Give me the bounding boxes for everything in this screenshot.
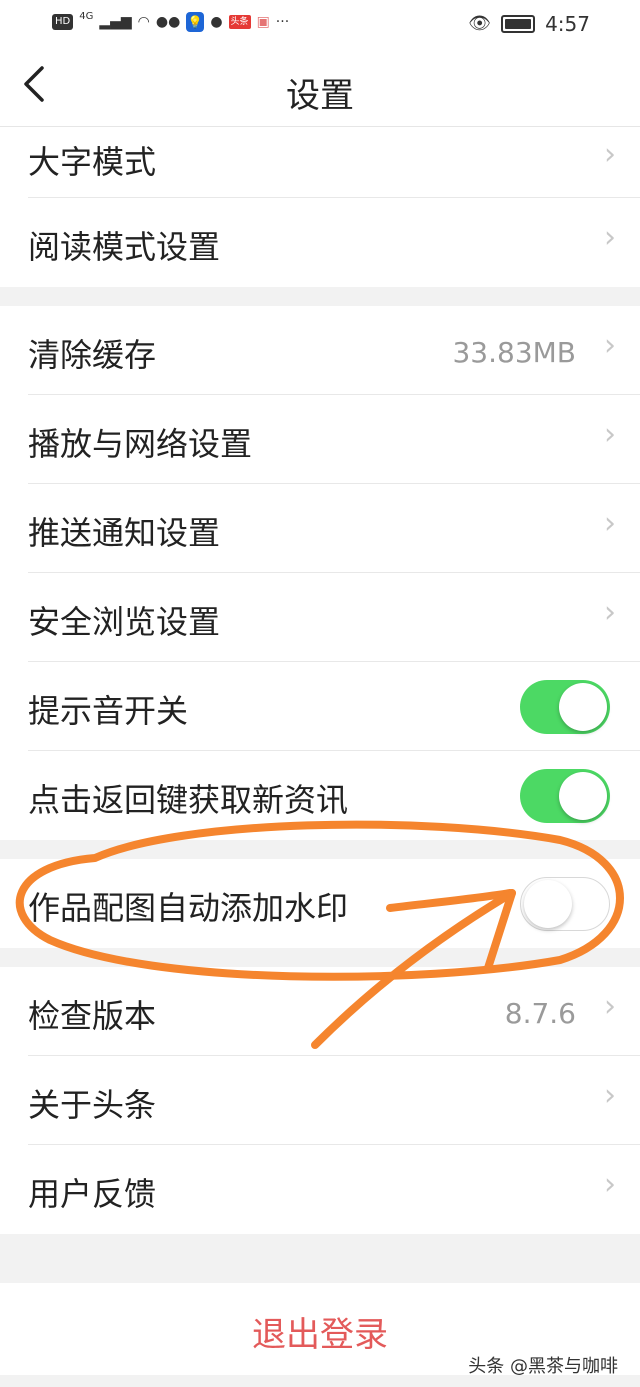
chevron-right-icon: › xyxy=(604,328,616,363)
setting-row-large-font[interactable]: 大字模式 › xyxy=(0,127,640,198)
setting-label: 作品配图自动添加水印 xyxy=(28,889,349,927)
chevron-right-icon: › xyxy=(604,1167,616,1202)
message-icon: ● xyxy=(210,14,223,30)
back-refresh-toggle-switch[interactable] xyxy=(520,769,610,823)
toggle-knob xyxy=(559,772,607,820)
chevron-right-icon: › xyxy=(604,137,616,172)
setting-row-playback-network[interactable]: 播放与网络设置 › xyxy=(0,395,640,484)
cache-size-value: 33.83MB xyxy=(452,336,576,369)
setting-row-about[interactable]: 关于头条 › xyxy=(0,1056,640,1145)
chevron-right-icon: › xyxy=(604,220,616,255)
page-title: 设置 xyxy=(286,76,354,116)
setting-row-check-version[interactable]: 检查版本 8.7.6 › xyxy=(0,967,640,1056)
chevron-right-icon: › xyxy=(604,989,616,1024)
setting-label: 安全浏览设置 xyxy=(28,603,221,641)
status-icons-left: HD 4G ▂▄▆ ◠ ●● 💡 ● 头条 ▣ ··· xyxy=(52,12,289,32)
setting-label: 关于头条 xyxy=(28,1086,157,1124)
battery-icon xyxy=(501,15,536,33)
setting-row-safe-browsing[interactable]: 安全浏览设置 › xyxy=(0,573,640,662)
nav-header: 设置 xyxy=(0,48,640,127)
setting-label: 用户反馈 xyxy=(28,1175,157,1213)
box-icon: ▣ xyxy=(256,14,270,30)
hd-icon: HD xyxy=(52,14,74,30)
setting-label: 播放与网络设置 xyxy=(28,425,253,463)
sound-toggle-switch[interactable] xyxy=(520,680,610,734)
network-type-label: 4G xyxy=(79,11,94,22)
setting-label: 推送通知设置 xyxy=(28,514,221,552)
setting-row-sound-toggle: 提示音开关 xyxy=(0,662,640,751)
source-watermark: 头条 @黑茶与咖啡 xyxy=(468,1356,618,1377)
settings-group-about: 检查版本 8.7.6 › 关于头条 › 用户反馈 › xyxy=(0,967,640,1234)
setting-row-back-refresh: 点击返回键获取新资讯 xyxy=(0,751,640,840)
chevron-right-icon: › xyxy=(604,506,616,541)
setting-label: 点击返回键获取新资讯 xyxy=(28,781,349,819)
setting-label: 清除缓存 xyxy=(28,336,157,374)
bulb-icon: 💡 xyxy=(186,12,205,32)
logout-label: 退出登录 xyxy=(252,1315,388,1355)
setting-label: 检查版本 xyxy=(28,997,157,1035)
setting-row-push-notification[interactable]: 推送通知设置 › xyxy=(0,484,640,573)
chevron-right-icon: › xyxy=(604,595,616,630)
toutiao-icon: 头条 xyxy=(228,15,251,29)
wifi-icon: ◠ xyxy=(137,14,150,30)
more-icon: ··· xyxy=(275,14,290,30)
settings-group-watermark: 作品配图自动添加水印 xyxy=(0,859,640,948)
version-value: 8.7.6 xyxy=(504,997,576,1030)
settings-group-general: 清除缓存 33.83MB › 播放与网络设置 › 推送通知设置 › 安全浏览设置… xyxy=(0,306,640,840)
setting-row-auto-watermark: 作品配图自动添加水印 xyxy=(0,859,640,948)
setting-row-feedback[interactable]: 用户反馈 › xyxy=(0,1145,640,1234)
settings-group-display: 大字模式 › 阅读模式设置 › xyxy=(0,127,640,287)
wechat-icon: ●● xyxy=(155,14,181,30)
status-icons-right: 👁 4:57 xyxy=(468,12,590,36)
setting-label: 阅读模式设置 xyxy=(28,228,221,266)
chevron-right-icon: › xyxy=(604,417,616,452)
signal-icon: ▂▄▆ xyxy=(99,14,132,30)
clock: 4:57 xyxy=(545,12,590,36)
setting-label: 提示音开关 xyxy=(28,692,189,730)
toggle-knob xyxy=(559,683,607,731)
setting-row-reading-mode[interactable]: 阅读模式设置 › xyxy=(0,198,640,287)
eye-icon: 👁 xyxy=(468,13,492,34)
status-bar: HD 4G ▂▄▆ ◠ ●● 💡 ● 头条 ▣ ··· 👁 4:57 xyxy=(0,0,640,48)
chevron-right-icon: › xyxy=(604,1078,616,1113)
setting-row-clear-cache[interactable]: 清除缓存 33.83MB › xyxy=(0,306,640,395)
watermark-toggle-switch[interactable] xyxy=(520,877,610,931)
toggle-knob xyxy=(524,880,572,928)
setting-label: 大字模式 xyxy=(28,143,157,181)
